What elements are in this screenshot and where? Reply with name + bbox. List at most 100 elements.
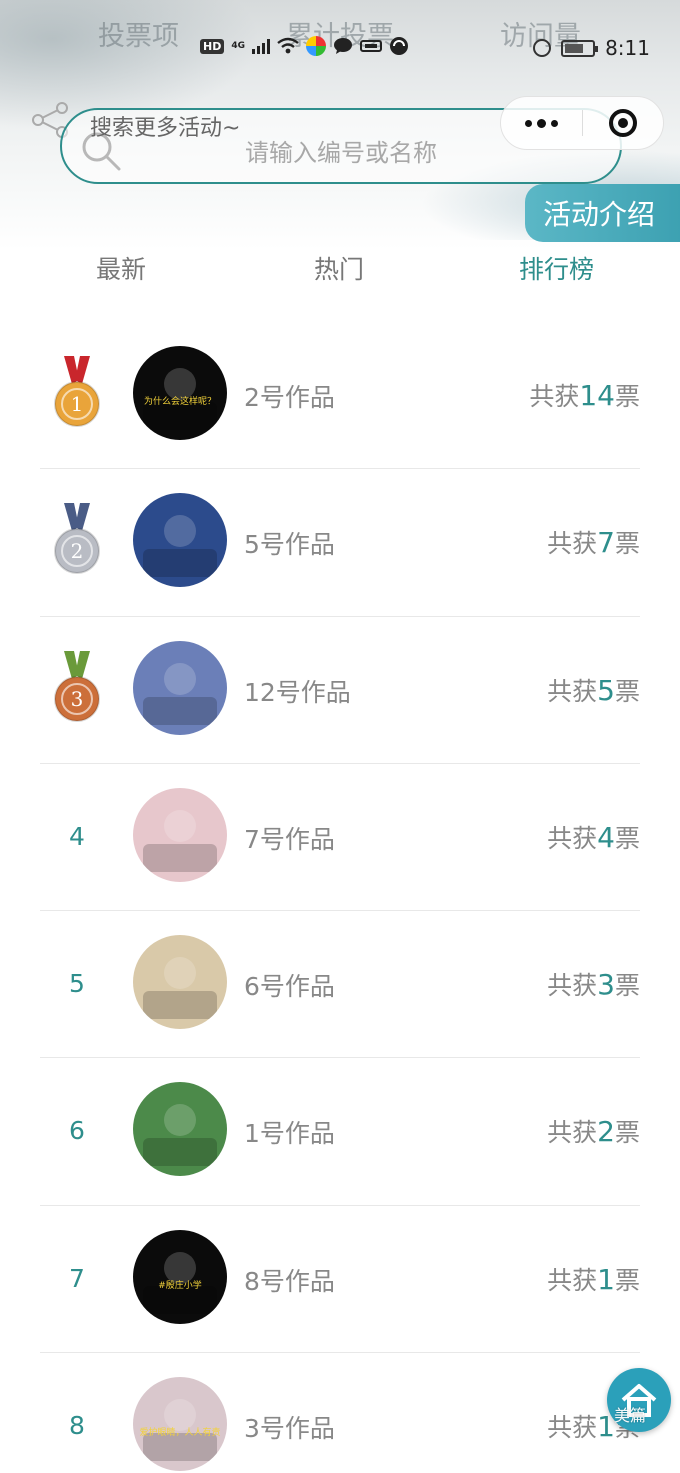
- more-dot-icon: [550, 119, 558, 127]
- more-options-button[interactable]: [501, 97, 582, 149]
- tab-bar: 最新 热门 排行榜: [0, 250, 680, 286]
- thumbnail-image: [133, 640, 227, 735]
- vote-number: 1: [597, 1262, 615, 1296]
- thumbnail-image: [133, 935, 227, 1030]
- ranking-row[interactable]: 5 6号作品 共获3票: [0, 911, 680, 1059]
- silver-medal-icon: 2: [54, 503, 100, 575]
- work-thumbnail[interactable]: [133, 935, 227, 1030]
- vote-count: 共获5票: [547, 672, 640, 708]
- activity-intro-button[interactable]: 活动介绍: [525, 184, 680, 242]
- thumbnail-image: 爱护眼睛，人人有责: [133, 1377, 227, 1472]
- vote-number: 5: [597, 673, 615, 707]
- chat-icon: [334, 38, 352, 54]
- meipian-watermark: 美篇: [614, 1406, 647, 1425]
- vote-suffix: 票: [614, 676, 640, 706]
- vote-number: 7: [597, 526, 615, 560]
- nav-title: 搜索更多活动~: [90, 116, 241, 141]
- work-thumbnail[interactable]: [133, 787, 227, 882]
- gold-medal-icon: 1: [54, 356, 100, 427]
- network-type: 4G: [231, 41, 245, 51]
- vote-prefix: 共获: [547, 971, 598, 1001]
- bronze-medal-icon: 3: [54, 650, 100, 722]
- thumbnail-image: 为什么会这样呢？: [133, 346, 227, 440]
- vote-number: 3: [597, 968, 615, 1002]
- work-thumbnail[interactable]: [133, 493, 227, 588]
- work-thumbnail[interactable]: [133, 1082, 227, 1177]
- more-dot-icon: [524, 119, 532, 127]
- ranking-row[interactable]: 1 为什么会这样呢？ 2号作品 共获14票: [0, 322, 680, 470]
- work-name[interactable]: 7号作品: [244, 820, 335, 856]
- thumbnail-image: [133, 1082, 227, 1177]
- battery-icon: [561, 39, 599, 57]
- vote-prefix: 共获: [547, 529, 598, 559]
- vote-suffix: 票: [614, 382, 640, 411]
- rank-number: 6: [69, 1116, 85, 1146]
- vote-prefix: 共获: [547, 823, 598, 853]
- vote-suffix: 票: [614, 1118, 640, 1148]
- rank-number: 5: [69, 969, 85, 999]
- medal-rank: 1: [71, 392, 84, 416]
- ranking-row[interactable]: 8爱护眼睛，人人有责3号作品共获1票: [0, 1353, 680, 1473]
- vote-count: 共获4票: [547, 819, 640, 855]
- ranking-row[interactable]: 3 12号作品 共获5票: [0, 617, 680, 764]
- medal-rank: 3: [71, 687, 84, 711]
- avatar-caption: 爱护眼睛，人人有责: [139, 1426, 220, 1438]
- thumbnail-image: [133, 493, 227, 588]
- vote-prefix: 共获: [529, 382, 580, 411]
- status-bar: HD 4G 8:11: [0, 34, 680, 66]
- work-thumbnail[interactable]: #殷庄小学: [133, 1229, 227, 1324]
- vote-count: 共获2票: [547, 1113, 640, 1149]
- work-name[interactable]: 1号作品: [244, 1114, 335, 1150]
- work-thumbnail[interactable]: 为什么会这样呢？: [133, 346, 227, 440]
- wifi-icon: [277, 37, 299, 54]
- target-icon: [608, 109, 637, 137]
- ranking-row[interactable]: 2 5号作品 共获7票: [0, 469, 680, 617]
- hd-badge: HD: [200, 38, 225, 54]
- rank-number: 8: [69, 1411, 85, 1441]
- clock: 8:11: [605, 36, 650, 60]
- signal-icon: [252, 38, 270, 54]
- tab-leaderboard[interactable]: 排行榜: [519, 250, 594, 286]
- work-name[interactable]: 2号作品: [244, 378, 335, 414]
- app-notification-icon: [306, 36, 326, 56]
- work-name[interactable]: 3号作品: [244, 1409, 335, 1445]
- miniprogram-capsule: [500, 96, 664, 150]
- vote-count: 共获1票: [547, 1261, 640, 1297]
- vote-count: 共获7票: [547, 524, 640, 560]
- vote-count: 共获14票: [529, 377, 640, 413]
- vote-prefix: 共获: [547, 1118, 598, 1148]
- vote-suffix: 票: [614, 529, 640, 559]
- work-name[interactable]: 6号作品: [244, 967, 335, 1003]
- vote-prefix: 共获: [547, 676, 598, 706]
- vote-prefix: 共获: [547, 1265, 598, 1295]
- work-thumbnail[interactable]: [133, 640, 227, 735]
- rank-number: 4: [69, 821, 85, 851]
- vote-suffix: 票: [614, 1265, 640, 1295]
- vote-count: 共获3票: [547, 966, 640, 1002]
- ranking-row[interactable]: 6 1号作品 共获2票: [0, 1058, 680, 1206]
- avatar-caption: 为什么会这样呢？: [144, 395, 216, 407]
- thumbnail-image: [133, 787, 227, 882]
- more-dot-icon: [536, 118, 546, 128]
- ranking-list: 1 为什么会这样呢？ 2号作品 共获14票 2 5号作品 共获7票 3 12号作品 共获5票 4 7号…: [0, 322, 680, 1473]
- vote-number: 2: [597, 1115, 615, 1149]
- work-name[interactable]: 8号作品: [244, 1262, 335, 1298]
- avatar-caption: #殷庄小学: [158, 1279, 202, 1291]
- work-thumbnail[interactable]: 爱护眼睛，人人有责: [133, 1377, 227, 1472]
- tab-latest[interactable]: 最新: [96, 250, 146, 286]
- medal-rank: 2: [71, 539, 84, 563]
- tab-popular[interactable]: 热门: [314, 250, 364, 286]
- vote-suffix: 票: [614, 823, 640, 853]
- study-app-icon: [360, 40, 382, 52]
- work-name[interactable]: 5号作品: [244, 525, 335, 561]
- alarm-icon: [533, 39, 552, 57]
- vote-prefix: 共获: [547, 1413, 598, 1443]
- vote-number: 14: [579, 379, 615, 412]
- ranking-row[interactable]: 4 7号作品 共获4票: [0, 764, 680, 912]
- close-miniprogram-button[interactable]: [583, 97, 664, 149]
- sync-icon: [390, 37, 408, 55]
- rank-number: 7: [69, 1263, 85, 1293]
- vote-suffix: 票: [614, 971, 640, 1001]
- work-name[interactable]: 12号作品: [244, 673, 351, 709]
- ranking-row[interactable]: 7 #殷庄小学 8号作品 共获1票: [0, 1206, 680, 1354]
